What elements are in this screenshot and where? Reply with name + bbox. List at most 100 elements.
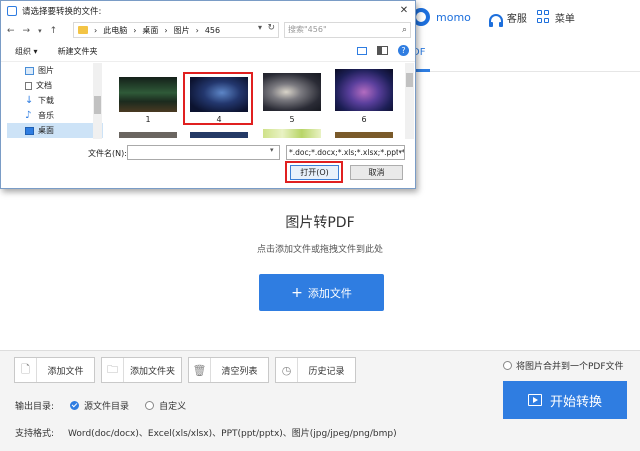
nav-tree: 图片 文档 ↓ 下载 ♪ 音乐 桌面 — [7, 63, 103, 139]
headset-icon[interactable] — [489, 14, 503, 23]
output-directory-row: 输出目录: 源文件目录 自定义 — [15, 399, 186, 412]
toolbar-label: 清空列表 — [211, 364, 268, 377]
tree-label: 下载 — [38, 95, 54, 106]
selected-thumbnail-highlight — [183, 72, 253, 125]
thumbnail-image[interactable] — [263, 129, 321, 138]
custom-dir-radio[interactable] — [145, 401, 154, 410]
play-icon — [528, 394, 542, 406]
dialog-toolbar: 组织 ▾ 新建文件夹 ? — [1, 42, 415, 62]
start-label: 开始转换 — [550, 391, 602, 410]
add-file-icon: 🗋 — [15, 358, 37, 382]
service-label[interactable]: 客服 — [507, 10, 527, 25]
source-dir-radio[interactable] — [70, 401, 79, 410]
refresh-icon[interactable]: ↻ — [267, 23, 275, 33]
tree-label: 音乐 — [38, 110, 54, 121]
user-name[interactable]: momo — [436, 11, 471, 24]
supported-formats: 支持格式: Word(doc/docx)、Excel(xls/xlsx)、PPT… — [15, 426, 397, 439]
grid-scrollbar[interactable] — [405, 63, 414, 139]
address-bar[interactable]: › 此电脑 › 桌面 › 图片 › 456 ▾ ↻ — [73, 22, 279, 38]
clock-icon: ◷ — [276, 358, 298, 382]
toolbar-history-button[interactable]: ◷ 历史记录 — [275, 357, 356, 383]
documents-icon — [25, 82, 32, 90]
thumbnail-label[interactable]: 1 — [119, 115, 177, 124]
search-input[interactable]: 搜索"456" ⌕ — [284, 22, 411, 38]
tree-item-documents[interactable]: 文档 — [7, 78, 103, 93]
music-icon: ♪ — [25, 112, 34, 120]
plus-icon: + — [291, 286, 303, 300]
forward-arrow-icon[interactable]: → — [23, 26, 31, 36]
dialog-titlebar: 请选择要转换的文件: ✕ — [1, 1, 415, 21]
filename-label: 文件名(N): — [88, 148, 127, 159]
organize-button[interactable]: 组织 ▾ — [15, 46, 38, 57]
breadcrumb-item[interactable]: 456 — [205, 26, 220, 35]
new-folder-button[interactable]: 新建文件夹 — [58, 46, 98, 57]
open-button[interactable]: 打开(O) — [290, 165, 339, 180]
formats-label: 支持格式: — [15, 426, 54, 439]
thumbnail-image-1[interactable] — [119, 77, 177, 112]
toolbar-clear-button[interactable]: 🗑 清空列表 — [188, 357, 269, 383]
tree-label: 图片 — [38, 65, 54, 76]
chevron-right-icon: › — [133, 26, 136, 35]
add-folder-icon: 🗀 — [102, 358, 124, 382]
toolbar-label: 历史记录 — [298, 364, 355, 377]
chevron-down-icon[interactable]: ▾ — [398, 146, 402, 159]
dialog-title: 请选择要转换的文件: — [22, 5, 101, 17]
menu-icon[interactable] — [537, 10, 551, 24]
merge-option[interactable]: 将图片合并到一个PDF文件 — [503, 359, 624, 372]
start-convert-button[interactable]: 开始转换 — [503, 381, 627, 419]
thumbnail-image-5[interactable] — [263, 73, 321, 111]
tree-label: 文档 — [36, 80, 52, 91]
cancel-button[interactable]: 取消 — [350, 165, 403, 180]
filename-input[interactable] — [127, 145, 280, 160]
drop-hint: 点击添加文件或拖拽文件到此处 — [0, 242, 640, 255]
thumbnail-label[interactable]: 6 — [335, 115, 393, 124]
dialog-app-icon — [7, 6, 17, 16]
breadcrumb-item[interactable]: 此电脑 — [103, 25, 127, 36]
toolbar-add-file-button[interactable]: 🗋 添加文件 — [14, 357, 95, 383]
trash-icon: 🗑 — [189, 358, 211, 382]
toolbar-add-folder-button[interactable]: 🗀 添加文件夹 — [101, 357, 182, 383]
thumbnail-image[interactable] — [190, 132, 248, 138]
add-file-label: 添加文件 — [308, 285, 352, 301]
chevron-right-icon: › — [196, 26, 199, 35]
chevron-right-icon: › — [164, 26, 167, 35]
chevron-down-icon[interactable]: ▾ — [38, 27, 42, 35]
file-type-filter[interactable]: *.doc;*.docx;*.xls;*.xlsx;*.ppt;*.pptx;*… — [286, 145, 405, 160]
chevron-down-icon[interactable]: ▾ — [270, 146, 274, 154]
back-arrow-icon[interactable]: ← — [7, 26, 15, 36]
help-icon[interactable]: ? — [398, 45, 409, 56]
source-dir-label[interactable]: 源文件目录 — [84, 399, 129, 412]
search-icon[interactable]: ⌕ — [402, 23, 407, 37]
folder-icon — [78, 26, 88, 34]
thumbnail-label[interactable]: 5 — [263, 115, 321, 124]
output-label: 输出目录: — [15, 399, 54, 412]
add-file-button[interactable]: + 添加文件 — [259, 274, 384, 311]
tree-item-music[interactable]: ♪ 音乐 — [7, 108, 103, 123]
downloads-icon: ↓ — [25, 97, 34, 105]
thumbnail-image[interactable] — [119, 132, 177, 138]
thumbnail-image[interactable] — [335, 132, 393, 138]
preview-pane-icon[interactable] — [377, 46, 388, 55]
breadcrumb-item[interactable]: 图片 — [174, 25, 190, 36]
thumbnail-image-6[interactable] — [335, 69, 393, 111]
tree-item-downloads[interactable]: ↓ 下载 — [7, 93, 103, 108]
tree-item-pictures[interactable]: 图片 — [7, 63, 103, 78]
close-icon[interactable]: ✕ — [397, 4, 411, 18]
toolbar-label: 添加文件 — [37, 364, 94, 377]
user-area: momo 客服 菜单 — [412, 8, 581, 26]
chevron-right-icon: › — [94, 26, 97, 35]
breadcrumb-item[interactable]: 桌面 — [142, 25, 158, 36]
tree-item-desktop[interactable]: 桌面 — [7, 123, 103, 138]
chevron-down-icon[interactable]: ▾ — [258, 23, 262, 32]
tree-label: 桌面 — [38, 125, 54, 136]
page-title: 图片转PDF — [0, 212, 640, 232]
tree-scrollbar[interactable] — [93, 63, 102, 139]
view-mode-icon[interactable] — [357, 47, 367, 55]
desktop-icon — [25, 127, 34, 135]
merge-radio[interactable] — [503, 361, 512, 370]
custom-dir-label[interactable]: 自定义 — [159, 399, 186, 412]
menu-label[interactable]: 菜单 — [555, 10, 575, 25]
up-arrow-icon[interactable]: ↑ — [50, 26, 58, 36]
toolbar-label: 添加文件夹 — [124, 364, 181, 377]
formats-value: Word(doc/docx)、Excel(xls/xlsx)、PPT(ppt/p… — [68, 426, 397, 439]
